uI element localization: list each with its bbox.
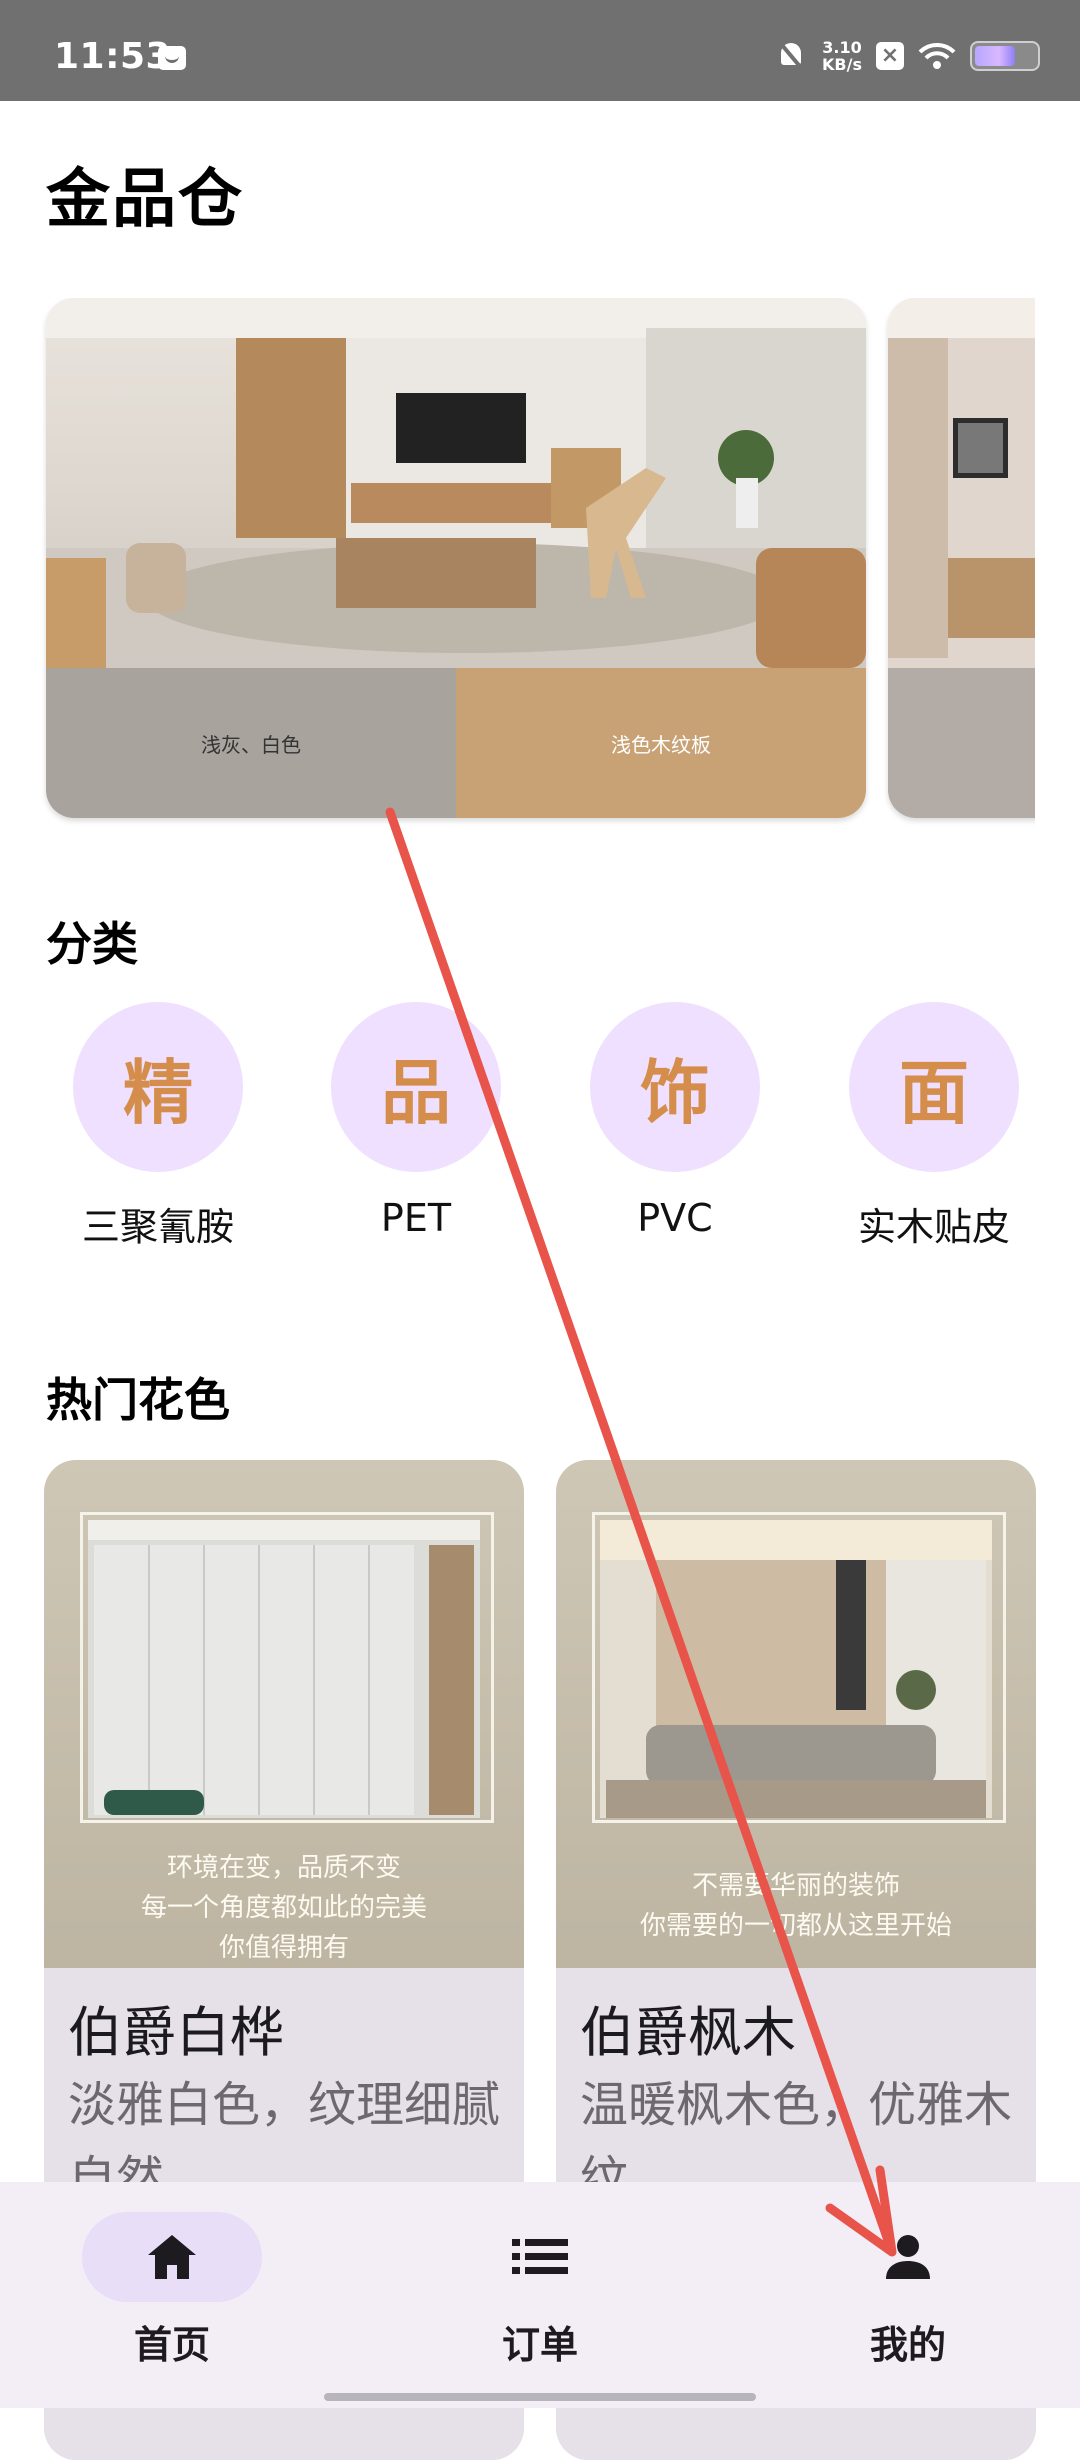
- category-item-pet[interactable]: 品 PET: [316, 1002, 516, 1240]
- category-glyph: 精: [73, 1002, 243, 1172]
- caption-line: 环境在变，品质不变: [166, 1853, 401, 1883]
- banner-carousel[interactable]: 浅灰、白色 浅色木纹板: [0, 298, 1035, 838]
- network-speed: 3.10 KB/s: [822, 39, 862, 73]
- swatch-light-wood-grain: 浅色木纹板: [456, 668, 866, 818]
- bottom-navigation-bar: 首页 订单 我的: [0, 2182, 1080, 2408]
- categories-section-title: 分类: [46, 917, 138, 971]
- product-name: 伯爵白桦: [68, 2001, 284, 2064]
- nav-item-orders[interactable]: 订单: [430, 2212, 650, 2369]
- photo-frame: [80, 1512, 494, 1823]
- product-photo-caption: 环境在变，品质不变 每一个角度都如此的完美 你值得拥有: [44, 1848, 524, 1968]
- person-icon: [886, 2235, 930, 2279]
- category-item-pvc[interactable]: 饰 PVC: [575, 1002, 775, 1240]
- banner-room-image: [888, 298, 1035, 668]
- category-item-wood-veneer[interactable]: 面 实木贴皮: [834, 1002, 1034, 1251]
- no-sim-icon: ×: [876, 42, 904, 70]
- category-glyph: 面: [849, 1002, 1019, 1172]
- nav-item-home[interactable]: 首页: [62, 2212, 282, 2369]
- caption-line: 不需要华丽的装饰: [691, 1871, 900, 1901]
- status-icons: 3.10 KB/s ×: [776, 38, 1040, 74]
- category-glyph: 饰: [590, 1002, 760, 1172]
- category-list: 精 三聚氰胺 品 PET 饰 PVC 面 实木贴皮: [40, 1002, 1040, 1272]
- nav-label: 首页: [133, 2323, 210, 2367]
- message-notification-icon: [158, 46, 186, 70]
- app-title: 金品仓: [46, 163, 244, 237]
- category-label: 实木贴皮: [857, 1205, 1010, 1249]
- nav-item-profile[interactable]: 我的: [798, 2212, 1018, 2369]
- product-photo-caption: 不需要华丽的装饰 你需要的一切都从这里开始: [556, 1866, 1036, 1946]
- battery-icon: [970, 41, 1040, 71]
- banner-card[interactable]: 浅灰、白色 浅色木纹板: [46, 298, 866, 818]
- category-label: 三聚氰胺: [81, 1205, 234, 1249]
- category-label: PVC: [637, 1196, 713, 1240]
- category-label: PET: [380, 1196, 452, 1240]
- list-icon: [512, 2239, 568, 2274]
- photo-frame: [592, 1512, 1006, 1823]
- home-icon: [148, 2235, 196, 2279]
- nav-label: 我的: [869, 2323, 946, 2367]
- product-photo: 不需要华丽的装饰 你需要的一切都从这里开始: [556, 1460, 1036, 1968]
- mute-bell-icon: [776, 40, 808, 72]
- status-time: 11:53: [54, 36, 172, 77]
- banner-swatch: [888, 668, 1035, 818]
- product-name: 伯爵枫木: [580, 2001, 796, 2064]
- caption-line: 每一个角度都如此的完美: [140, 1893, 427, 1923]
- status-bar: 11:53 3.10 KB/s ×: [0, 0, 1080, 101]
- hot-colors-section-title: 热门花色: [46, 1373, 230, 1427]
- nav-label: 订单: [501, 2323, 578, 2367]
- product-photo: 环境在变，品质不变 每一个角度都如此的完美 你值得拥有: [44, 1460, 524, 1968]
- nav-active-indicator: [82, 2212, 262, 2302]
- caption-line: 你值得拥有: [218, 1933, 349, 1963]
- wifi-icon: [918, 42, 956, 70]
- nav-icon-holder: [450, 2212, 630, 2302]
- swatch-light-gray-white: 浅灰、白色: [46, 668, 456, 818]
- caption-line: 你需要的一切都从这里开始: [639, 1911, 952, 1941]
- nav-icon-holder: [818, 2212, 998, 2302]
- banner-card-next[interactable]: [888, 298, 1035, 818]
- category-item-melamine[interactable]: 精 三聚氰胺: [58, 1002, 258, 1251]
- banner-room-image: [46, 298, 866, 668]
- network-speed-unit: KB/s: [822, 55, 862, 74]
- gesture-handle[interactable]: [324, 2393, 756, 2401]
- category-glyph: 品: [331, 1002, 501, 1172]
